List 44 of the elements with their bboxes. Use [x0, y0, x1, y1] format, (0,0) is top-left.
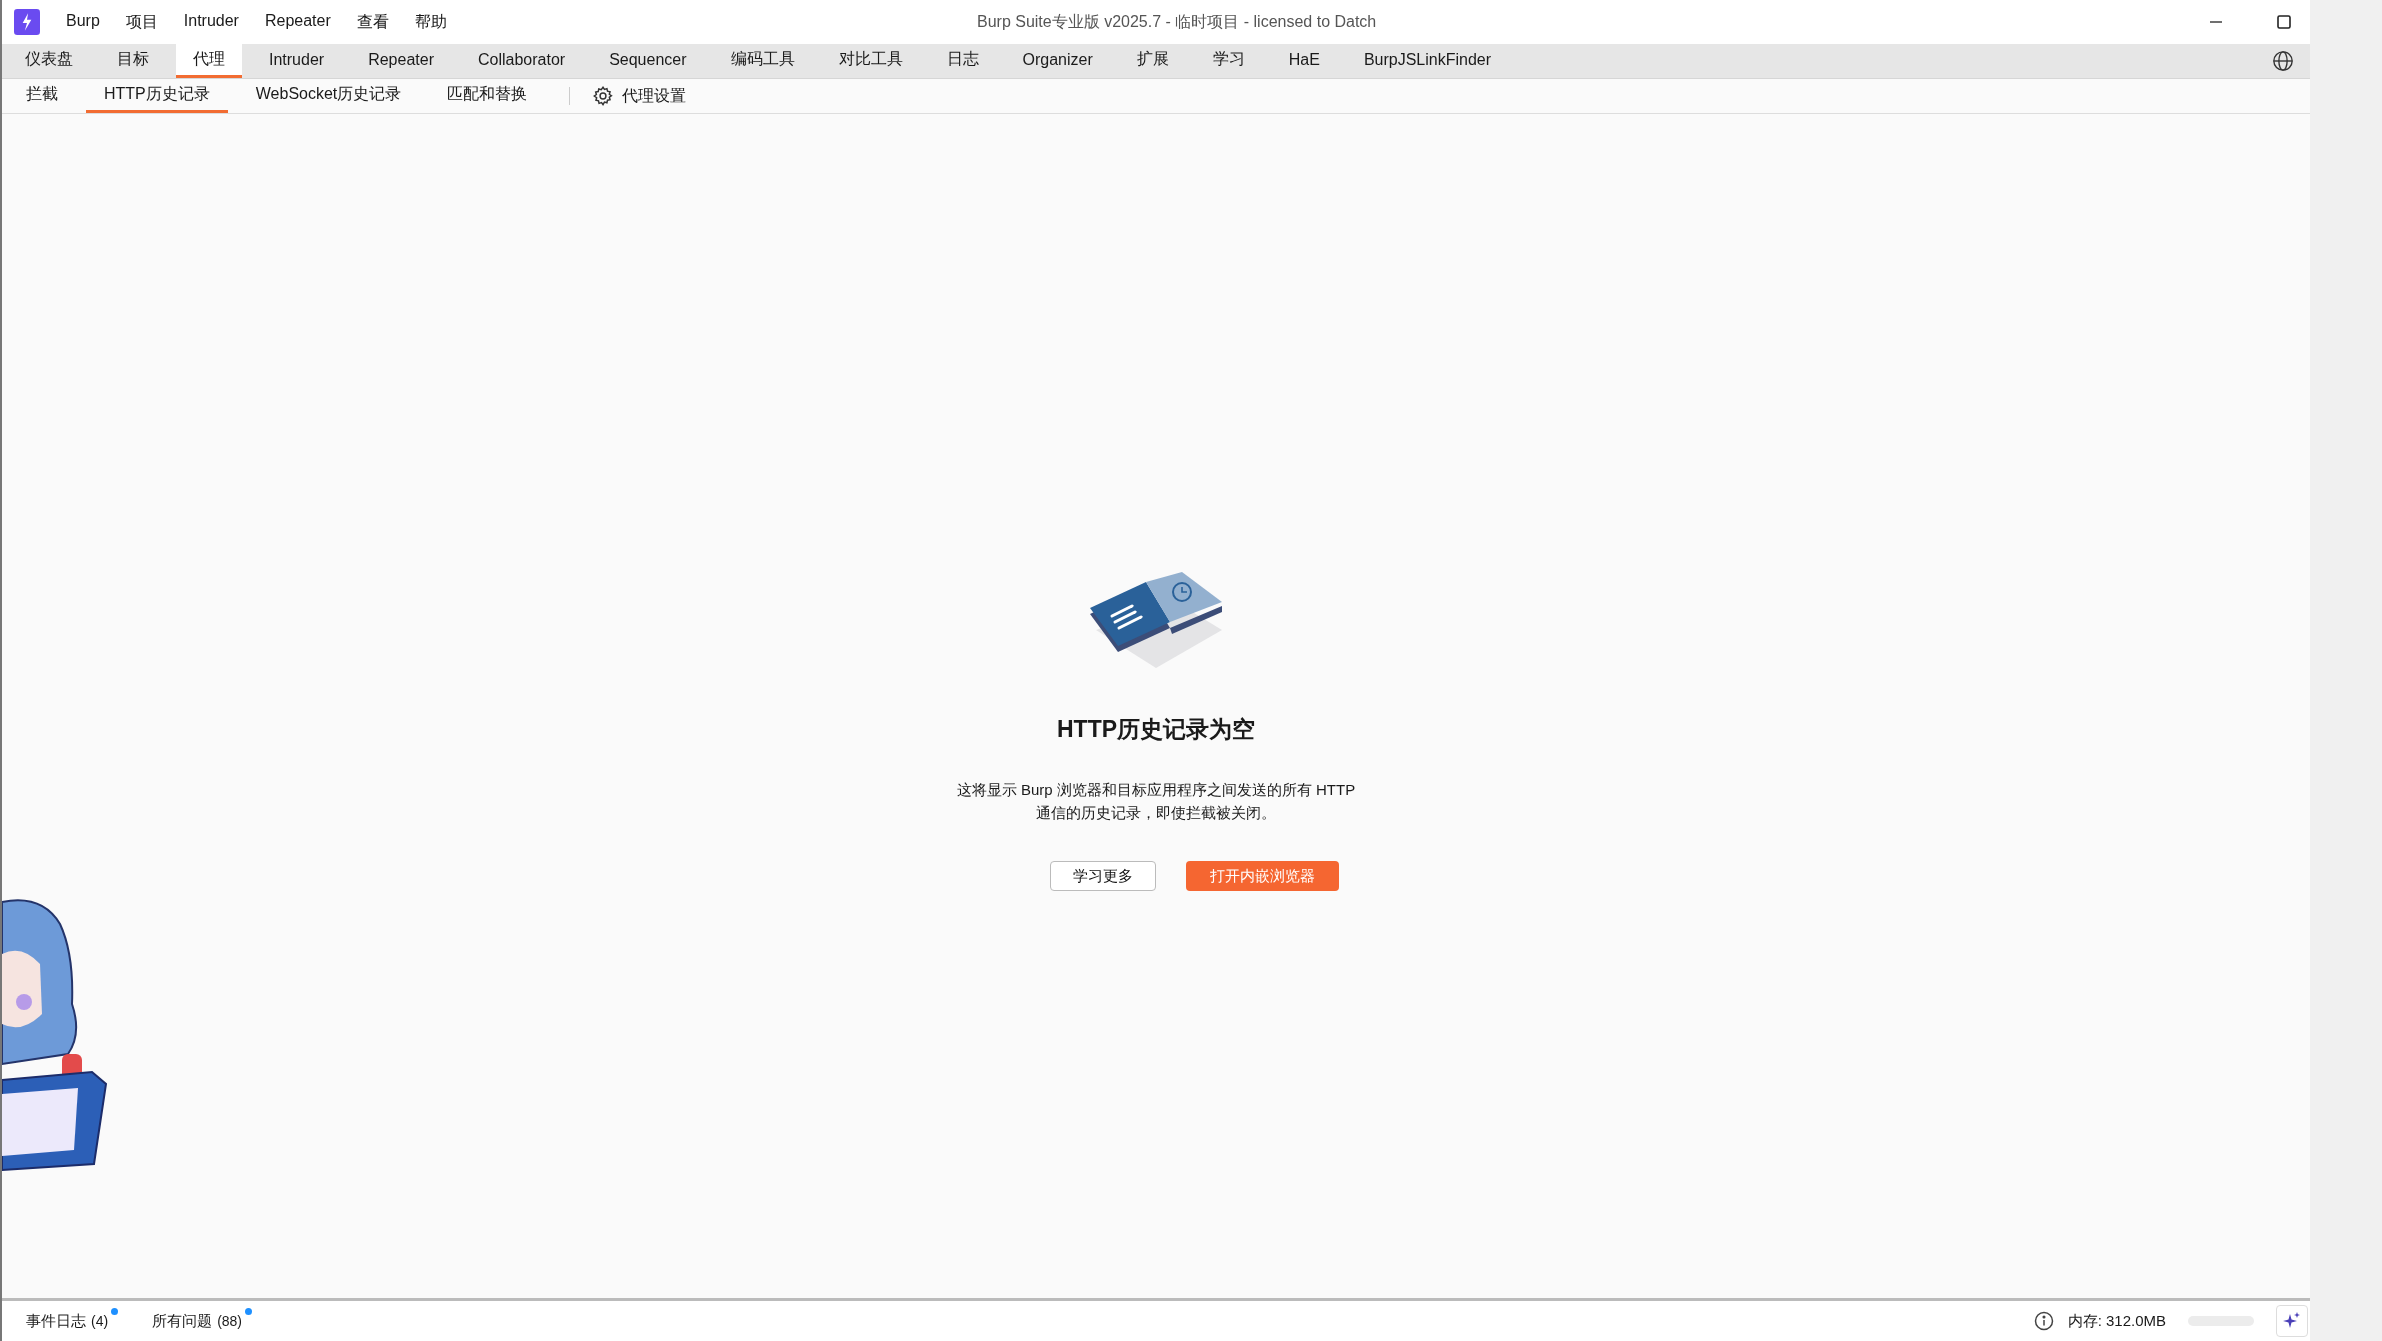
- globe-icon[interactable]: [2272, 50, 2294, 72]
- status-count: (88): [217, 1313, 243, 1329]
- status-label: 事件日志: [26, 1311, 86, 1331]
- empty-state-title: HTTP历史记录为空: [1056, 715, 1256, 744]
- tab[interactable]: HaE: [1271, 44, 1337, 78]
- status-label: 所有问题: [152, 1311, 213, 1331]
- sparkle-button[interactable]: [2276, 1305, 2308, 1337]
- tab[interactable]: 目标: [100, 44, 166, 78]
- learn-more-button[interactable]: 学习更多: [1049, 861, 1156, 891]
- menu-item[interactable]: Burp: [66, 11, 100, 33]
- tab[interactable]: 仪表盘: [8, 44, 90, 78]
- tab[interactable]: 编码工具: [713, 44, 812, 78]
- window-title: Burp Suite专业版 v2025.7 - 临时项目 - licensed to Datch: [977, 11, 1377, 32]
- sub-tab[interactable]: 匹配和替换: [429, 79, 546, 113]
- menu-item[interactable]: 帮助: [414, 11, 447, 33]
- tab[interactable]: Collaborator: [460, 44, 583, 78]
- memory-usage: 内存: 312.0MB: [2067, 1311, 2166, 1331]
- menu-item[interactable]: Repeater: [264, 11, 331, 33]
- tab[interactable]: Organizer: [1005, 44, 1110, 78]
- description-text: 这将显示 Burp 浏览器和目标应用程序之间发送的所有 HTTP: [956, 781, 1356, 800]
- settings-icon: [592, 85, 615, 107]
- sub-tab[interactable]: HTTP历史记录: [86, 79, 228, 113]
- proxy-settings-button[interactable]: 代理设置: [588, 79, 691, 113]
- maximize-icon[interactable]: [2276, 14, 2292, 30]
- tab[interactable]: Repeater: [351, 44, 451, 78]
- menu-item[interactable]: Intruder: [183, 11, 239, 33]
- menu-item[interactable]: 查看: [356, 11, 389, 33]
- tab[interactable]: 学习: [1195, 44, 1262, 78]
- lightning-logo-icon: [14, 9, 40, 35]
- tab[interactable]: 日志: [929, 44, 996, 78]
- status-item[interactable]: 所有问题 (88): [152, 1311, 251, 1331]
- sub-tab[interactable]: 拦截: [8, 79, 76, 113]
- description-text: 通信的历史记录，即使拦截被关闭。: [1036, 804, 1276, 823]
- tab[interactable]: 扩展: [1119, 44, 1186, 78]
- tab[interactable]: Sequencer: [592, 44, 704, 78]
- tab[interactable]: Intruder: [252, 44, 342, 78]
- tab[interactable]: BurpJSLinkFinder: [1346, 44, 1509, 78]
- tab[interactable]: 代理: [176, 44, 242, 78]
- status-count: (4): [91, 1313, 109, 1329]
- sub-tab[interactable]: WebSocket历史记录: [237, 79, 420, 113]
- menu-item[interactable]: 项目: [125, 11, 158, 33]
- status-item[interactable]: 事件日志 (4): [26, 1311, 117, 1331]
- info-icon[interactable]: [2033, 1311, 2054, 1331]
- tab[interactable]: 对比工具: [821, 44, 920, 78]
